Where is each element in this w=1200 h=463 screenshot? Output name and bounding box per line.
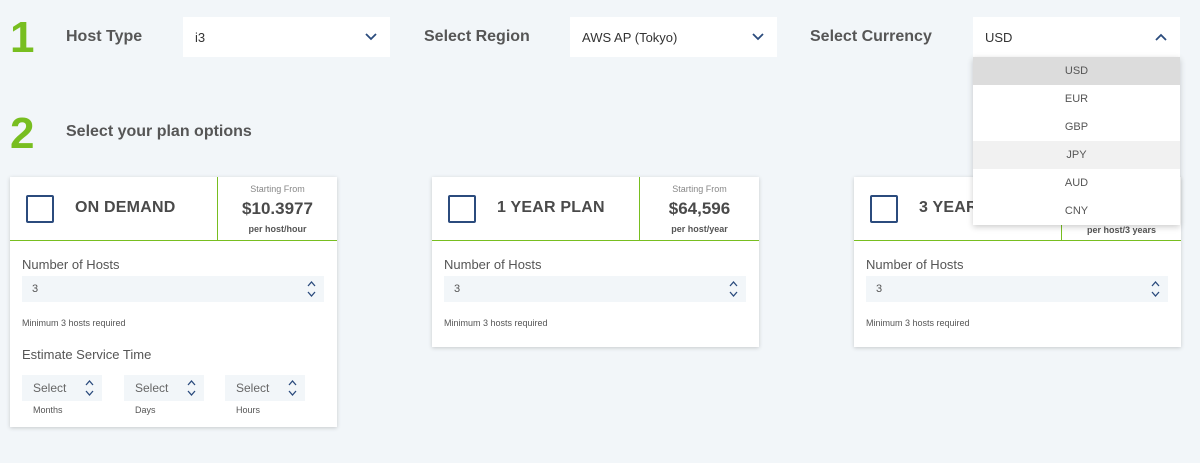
chevron-down-icon bbox=[751, 30, 765, 44]
currency-label: Select Currency bbox=[810, 28, 932, 45]
months-select[interactable]: Select bbox=[22, 375, 102, 401]
min-hosts-note: Minimum 3 hosts required bbox=[22, 318, 126, 328]
stepper-icon bbox=[187, 380, 196, 396]
plan-price: $10.3977 bbox=[242, 199, 313, 218]
hosts-label: Number of Hosts bbox=[444, 257, 542, 272]
plan-checkbox-1-year[interactable] bbox=[448, 195, 476, 223]
hosts-label: Number of Hosts bbox=[22, 257, 120, 272]
stepper-icon[interactable] bbox=[307, 280, 316, 298]
plan-price-unit: per host/3 years bbox=[1086, 225, 1157, 235]
plan-title: 3 YEAR bbox=[919, 199, 978, 216]
currency-option-cny[interactable]: CNY bbox=[973, 197, 1180, 225]
currency-value: USD bbox=[985, 29, 1013, 45]
plan-checkbox-3-year[interactable] bbox=[870, 195, 898, 223]
plan-checkbox-on-demand[interactable] bbox=[26, 195, 54, 223]
plan-title: 1 YEAR PLAN bbox=[497, 199, 605, 216]
currency-option-jpy[interactable]: JPY bbox=[973, 141, 1180, 169]
plan-card-1-year: 1 YEAR PLAN Starting From $64,596 per ho… bbox=[432, 177, 759, 347]
plan-options-title: Select your plan options bbox=[66, 123, 252, 140]
hours-select[interactable]: Select bbox=[225, 375, 305, 401]
plan-price-unit: per host/year bbox=[671, 224, 728, 234]
hosts-input[interactable]: 3 bbox=[866, 276, 1168, 302]
region-value: AWS AP (Tokyo) bbox=[582, 29, 678, 45]
plan-price: $64,596 bbox=[668, 199, 731, 218]
hosts-label: Number of Hosts bbox=[866, 257, 964, 272]
hours-placeholder: Select bbox=[236, 381, 270, 395]
step-1-number: 1 bbox=[10, 13, 35, 62]
service-time-label: Estimate Service Time bbox=[22, 347, 152, 362]
step-2-number: 2 bbox=[10, 109, 35, 158]
hosts-input[interactable]: 3 bbox=[22, 276, 324, 302]
plan-title: ON DEMAND bbox=[75, 199, 176, 216]
days-placeholder: Select bbox=[135, 381, 169, 395]
min-hosts-note: Minimum 3 hosts required bbox=[866, 318, 970, 328]
region-label: Select Region bbox=[424, 28, 530, 45]
currency-dropdown-menu: USD EUR GBP JPY AUD CNY bbox=[973, 57, 1180, 225]
stepper-icon[interactable] bbox=[729, 280, 738, 298]
plan-card-on-demand: ON DEMAND Starting From $10.3977 per hos… bbox=[10, 177, 337, 427]
days-label: Days bbox=[135, 405, 156, 415]
stepper-icon[interactable] bbox=[1151, 280, 1160, 298]
hosts-value: 3 bbox=[32, 283, 39, 295]
hours-label: Hours bbox=[236, 405, 261, 415]
currency-option-aud[interactable]: AUD bbox=[973, 169, 1180, 197]
host-type-select[interactable]: i3 bbox=[183, 17, 390, 57]
plan-card-header: 1 YEAR PLAN Starting From $64,596 per ho… bbox=[432, 177, 759, 241]
min-hosts-note: Minimum 3 hosts required bbox=[444, 318, 548, 328]
starting-from-label: Starting From bbox=[672, 184, 727, 194]
currency-option-gbp[interactable]: GBP bbox=[973, 113, 1180, 141]
hosts-input[interactable]: 3 bbox=[444, 276, 746, 302]
plan-card-header: ON DEMAND Starting From $10.3977 per hos… bbox=[10, 177, 337, 241]
stepper-icon bbox=[288, 380, 297, 396]
months-placeholder: Select bbox=[33, 381, 67, 395]
starting-from-label: Starting From bbox=[250, 184, 305, 194]
price-box: Starting From $64,596 per host/year bbox=[639, 177, 759, 241]
months-label: Months bbox=[33, 405, 63, 415]
hosts-value: 3 bbox=[454, 283, 461, 295]
hosts-value: 3 bbox=[876, 283, 883, 295]
currency-option-usd[interactable]: USD bbox=[973, 57, 1180, 85]
host-type-value: i3 bbox=[195, 29, 206, 45]
stepper-icon bbox=[85, 380, 94, 396]
host-type-label: Host Type bbox=[66, 28, 143, 45]
chevron-up-icon bbox=[1154, 30, 1168, 44]
plan-price-unit: per host/hour bbox=[248, 224, 307, 234]
price-box: Starting From $10.3977 per host/hour bbox=[217, 177, 337, 241]
days-select[interactable]: Select bbox=[124, 375, 204, 401]
currency-select[interactable]: USD bbox=[973, 17, 1180, 57]
region-select[interactable]: AWS AP (Tokyo) bbox=[570, 17, 777, 57]
currency-option-eur[interactable]: EUR bbox=[973, 85, 1180, 113]
chevron-down-icon bbox=[364, 30, 378, 44]
